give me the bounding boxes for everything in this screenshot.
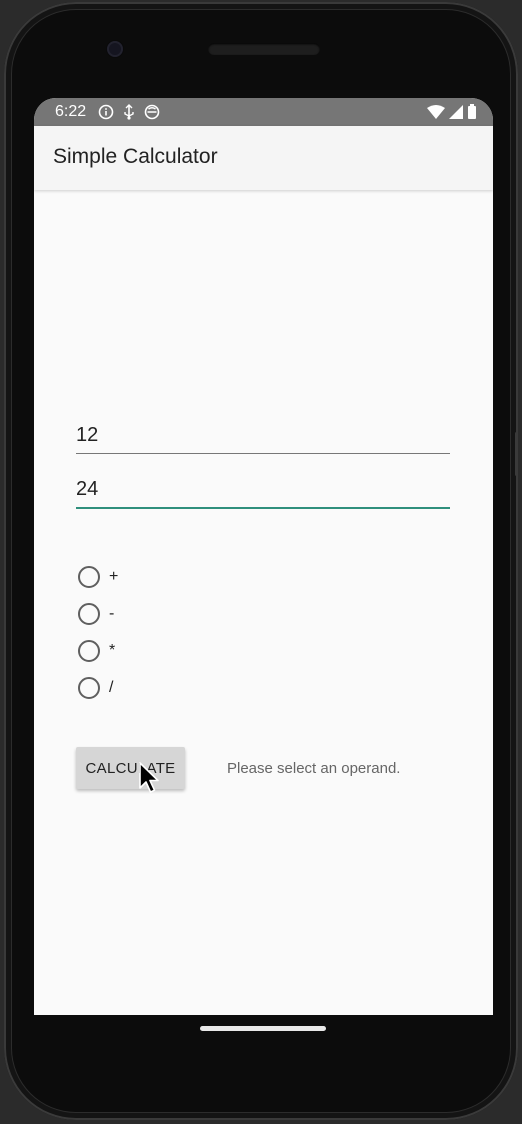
mouse-pointer-icon (139, 762, 159, 793)
radio-label-divide[interactable]: / (109, 679, 113, 697)
sync-icon (144, 104, 160, 120)
phone-frame: 6:22 Simple Calculator 12 24 + - * / CAL… (4, 2, 518, 1120)
operation-radio-group: + - * / (78, 558, 278, 706)
radio-button-add[interactable] (78, 565, 100, 588)
info-icon (98, 104, 114, 120)
app-toolbar: Simple Calculator (34, 126, 493, 190)
second-number-underline-focused (76, 507, 450, 509)
radio-button-divide[interactable] (78, 676, 100, 699)
radio-option-add[interactable]: + (78, 558, 278, 595)
device-frame-stage: 6:22 Simple Calculator 12 24 + - * / CAL… (0, 0, 522, 1124)
status-bar: 6:22 (34, 98, 493, 126)
radio-button-multiply[interactable] (78, 639, 100, 662)
app-screen: 6:22 Simple Calculator 12 24 + - * / CAL… (34, 98, 493, 1015)
status-notification-icons (98, 104, 160, 120)
radio-label-add[interactable]: + (109, 568, 118, 586)
radio-option-subtract[interactable]: - (78, 595, 278, 632)
radio-button-subtract[interactable] (78, 602, 100, 625)
result-message: Please select an operand. (227, 760, 401, 777)
status-time: 6:22 (55, 103, 87, 120)
usb-debug-icon (124, 104, 134, 120)
app-title: Simple Calculator (53, 145, 218, 168)
front-camera (107, 41, 123, 57)
radio-option-divide[interactable]: / (78, 669, 278, 706)
second-number-field[interactable] (76, 470, 450, 510)
home-gesture-bar[interactable] (200, 1026, 326, 1031)
power-button (515, 432, 518, 476)
radio-label-subtract[interactable]: - (109, 605, 114, 623)
earpiece-speaker (208, 43, 320, 55)
first-number-field[interactable] (76, 416, 450, 456)
second-number-input[interactable] (76, 470, 450, 508)
first-number-underline (76, 453, 450, 454)
status-system-icons (427, 104, 477, 119)
calculate-button[interactable]: CALCULATE (76, 747, 185, 789)
wifi-icon (427, 104, 445, 119)
battery-icon (468, 104, 476, 119)
signal-icon (449, 104, 463, 119)
radio-option-multiply[interactable]: * (78, 632, 278, 669)
radio-label-multiply[interactable]: * (109, 642, 115, 660)
first-number-input[interactable] (76, 416, 450, 454)
